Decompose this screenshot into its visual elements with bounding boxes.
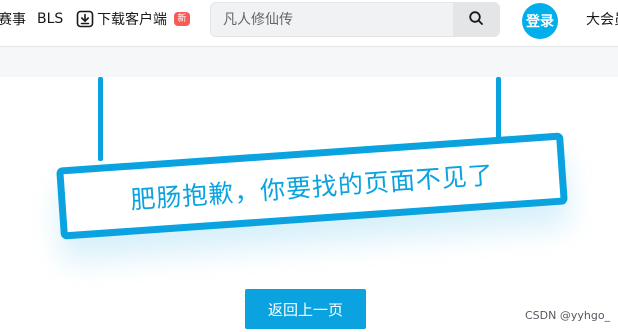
nav-link-bls[interactable]: BLS (37, 0, 63, 38)
login-button[interactable]: 登录 (522, 3, 558, 39)
error-message: 肥肠抱歉，你要找的页面不见了 (129, 160, 495, 215)
error-sign: 肥肠抱歉，你要找的页面不见了 (56, 132, 568, 240)
download-label: 下载客户端 (97, 12, 167, 28)
watermark: CSDN @yyhgo_ (525, 309, 611, 322)
download-icon (76, 10, 94, 28)
nav-link-vip[interactable]: 大会员 (586, 0, 618, 38)
back-button[interactable]: 返回上一页 (245, 289, 366, 329)
search-bar (210, 2, 500, 37)
new-badge: 新 (174, 12, 190, 26)
top-navigation-bar: 赛事 BLS 下载客户端 新 登录 大会员 (0, 0, 618, 47)
nav-link-download-client[interactable]: 下载客户端 新 (76, 0, 190, 38)
nav-link-events[interactable]: 赛事 (0, 0, 26, 38)
sub-header-strip (0, 47, 618, 77)
search-icon (468, 10, 484, 29)
search-input[interactable] (211, 3, 453, 36)
search-button[interactable] (453, 3, 499, 36)
sign-hanger-left (98, 77, 103, 161)
sign-hanger-right (496, 77, 501, 140)
